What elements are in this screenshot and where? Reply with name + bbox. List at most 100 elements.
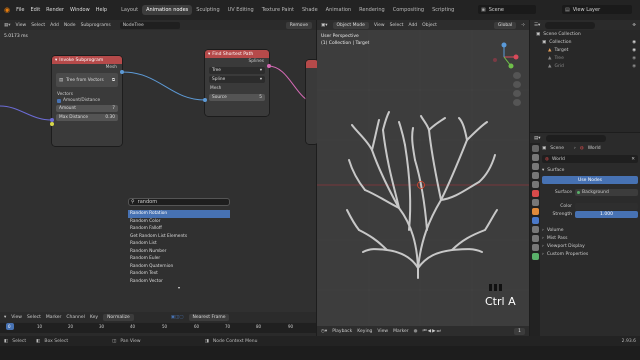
timeline-ruler[interactable]: 0 10 20 30 40 50 60 70 80 90 (0, 323, 316, 333)
socket-mesh-in[interactable] (203, 98, 207, 102)
tab-texture-paint[interactable]: Texture Paint (258, 5, 298, 15)
copy-icon[interactable]: ⧉ (112, 78, 115, 83)
playback-controls-icon[interactable]: ⏮◀▶⏭ (423, 328, 442, 334)
current-frame-field[interactable]: 1 (514, 327, 525, 335)
eye-icon[interactable]: ◉ (632, 64, 636, 69)
tab-uv-editing[interactable]: UV Editing (224, 5, 258, 15)
tab-layout[interactable]: Layout (117, 5, 142, 15)
tab-sculpting[interactable]: Sculpting (192, 5, 223, 15)
socket-mesh-out[interactable] (120, 70, 124, 74)
tab-compositing[interactable]: Compositing (389, 5, 428, 15)
search-result-item[interactable]: Random Text (128, 270, 230, 278)
filter-icons[interactable]: ▣◫▢ (171, 315, 184, 320)
mist-pass-section-header[interactable]: › Mist Pass (542, 234, 638, 242)
custom-properties-section-header[interactable]: › Custom Properties (542, 250, 638, 258)
menu-render[interactable]: Render (46, 7, 64, 13)
volume-section-header[interactable]: › Volume (542, 226, 638, 234)
viewport-menu-select[interactable]: Select (390, 23, 404, 28)
menu-marker[interactable]: Marker (393, 329, 409, 334)
collection-icon[interactable] (531, 199, 539, 206)
tool-icon[interactable] (531, 145, 539, 152)
outliner-item[interactable]: ▲ Grid ◉ (530, 62, 640, 70)
tab-rendering[interactable]: Rendering (355, 5, 389, 15)
viewport-menu-object[interactable]: Object (422, 23, 437, 28)
particles-icon[interactable] (531, 226, 539, 233)
amount-field[interactable]: Amount 7 (56, 105, 118, 112)
modifier-icon[interactable] (531, 217, 539, 224)
world-icon[interactable] (531, 190, 539, 197)
viewport-3d[interactable]: ▣▾ Object Mode View Select Add Object Gl… (317, 20, 529, 336)
socket-splines-out[interactable] (267, 64, 271, 68)
max-distance-field[interactable]: Max Distance 0.30 (56, 114, 118, 121)
outliner-item[interactable]: ▲ Target ◉ (530, 46, 640, 54)
menu-help[interactable]: Help (96, 7, 107, 13)
search-result-item[interactable]: Random Vector (128, 278, 230, 286)
navigation-gizmo[interactable] (489, 42, 519, 72)
view-layer-icon[interactable] (531, 172, 539, 179)
node-editor[interactable]: ▦▾ View Select Add Node Subprograms Node… (0, 20, 318, 312)
menu-file[interactable]: File (16, 7, 24, 13)
viewport-display-section-header[interactable]: › Viewport Display (542, 242, 638, 250)
tab-scripting[interactable]: Scripting (428, 5, 458, 15)
camera-icon[interactable] (513, 90, 521, 97)
viewport-menu-view[interactable]: View (374, 23, 385, 28)
eye-icon[interactable]: ◉ (632, 40, 636, 45)
search-result-item[interactable]: Random Color (128, 218, 230, 226)
search-result-item[interactable]: Random Falloff (128, 225, 230, 233)
blender-logo-icon[interactable]: ◉ (4, 6, 10, 14)
editor-type-icon[interactable]: ◷▾ (321, 329, 327, 334)
search-result-item[interactable]: Random Quaternion (128, 263, 230, 271)
record-icon[interactable]: ● (414, 329, 418, 334)
scroll-down-icon[interactable]: ▾ (128, 285, 230, 290)
timeline-editor[interactable]: ▾ View Select Marker Channel Key Normali… (0, 312, 316, 336)
amount-distance-checkbox[interactable]: Amount/Distance (52, 98, 122, 103)
tab-shade[interactable]: Shade (298, 5, 322, 15)
color-swatch[interactable] (575, 202, 638, 210)
surface-dropdown[interactable]: Background (575, 188, 638, 196)
outliner-scene-collection[interactable]: ▣ Scene Collection (530, 30, 640, 38)
orientation-dropdown[interactable]: Global (493, 21, 517, 29)
editor-type-icon[interactable]: ▣▾ (321, 23, 328, 28)
node-header[interactable]: ▾ Find Shortest Path (205, 50, 269, 58)
editor-type-icon[interactable]: ▤▾ (534, 136, 541, 141)
menu-window[interactable]: Window (70, 7, 90, 13)
menu-edit[interactable]: Edit (30, 7, 40, 13)
search-icon[interactable] (545, 134, 606, 142)
timeline-menu-key[interactable]: Key (90, 315, 98, 320)
tree-from-vectors-selector[interactable]: ▤ Tree from Vectors ⧉ (56, 73, 118, 87)
timeline-menu-channel[interactable]: Channel (66, 315, 84, 320)
world-selector[interactable]: ◍ World ✕ (542, 155, 638, 163)
timeline-menu-select[interactable]: Select (27, 315, 41, 320)
scene-icon[interactable] (531, 181, 539, 188)
properties-editor[interactable]: ▤▾ ▣ Scene › ◍ World ◍ World ✕ ▾ Surface… (530, 133, 640, 336)
tree-dropdown[interactable]: Tree ▾ (209, 67, 265, 74)
collapse-icon[interactable]: ▾ (55, 58, 57, 63)
outliner-item[interactable]: ▲ Tree ◉ (530, 54, 640, 62)
find-shortest-path-node[interactable]: ▾ Find Shortest Path Splines Tree ▾ Spli… (205, 50, 269, 116)
socket-bool-in[interactable] (50, 122, 54, 126)
view-layer-selector[interactable]: ▤ View Layer (562, 5, 632, 14)
search-result-item[interactable]: Random List (128, 240, 230, 248)
object-icon[interactable] (531, 208, 539, 215)
source-field[interactable]: Source 5 (209, 94, 265, 101)
invoke-subprogram-node[interactable]: ▾ Invoke Subprogram Mesh ▤ Tree from Vec… (52, 56, 122, 146)
zoom-icon[interactable] (513, 72, 521, 79)
scene-selector[interactable]: ▣ Scene (478, 5, 536, 14)
search-result-item[interactable]: Random Number (128, 248, 230, 256)
search-field[interactable]: ⚲ random (128, 198, 230, 206)
timeline-type-icon[interactable]: ▾ (4, 315, 6, 320)
frame-mode-dropdown[interactable]: Nearest Frame (188, 313, 230, 321)
search-result-item[interactable]: Get Random List Elements (128, 233, 230, 241)
strength-field[interactable]: 1.000 (575, 210, 638, 218)
viewport-canvas[interactable] (317, 30, 529, 326)
menu-keying[interactable]: Keying (357, 329, 372, 334)
constraints-icon[interactable] (531, 244, 539, 251)
close-icon[interactable]: ✕ (631, 157, 635, 162)
grid-icon[interactable] (513, 99, 521, 106)
eye-icon[interactable]: ◉ (632, 56, 636, 61)
editor-type-icon[interactable]: ☰▾ (534, 23, 540, 28)
node-header[interactable]: ▾ Invoke Subprogram (52, 56, 122, 64)
normalize-button[interactable]: Normalize (103, 313, 134, 321)
collapse-icon[interactable]: ▾ (208, 52, 210, 57)
snap-icon[interactable]: ⊹ (521, 23, 525, 28)
